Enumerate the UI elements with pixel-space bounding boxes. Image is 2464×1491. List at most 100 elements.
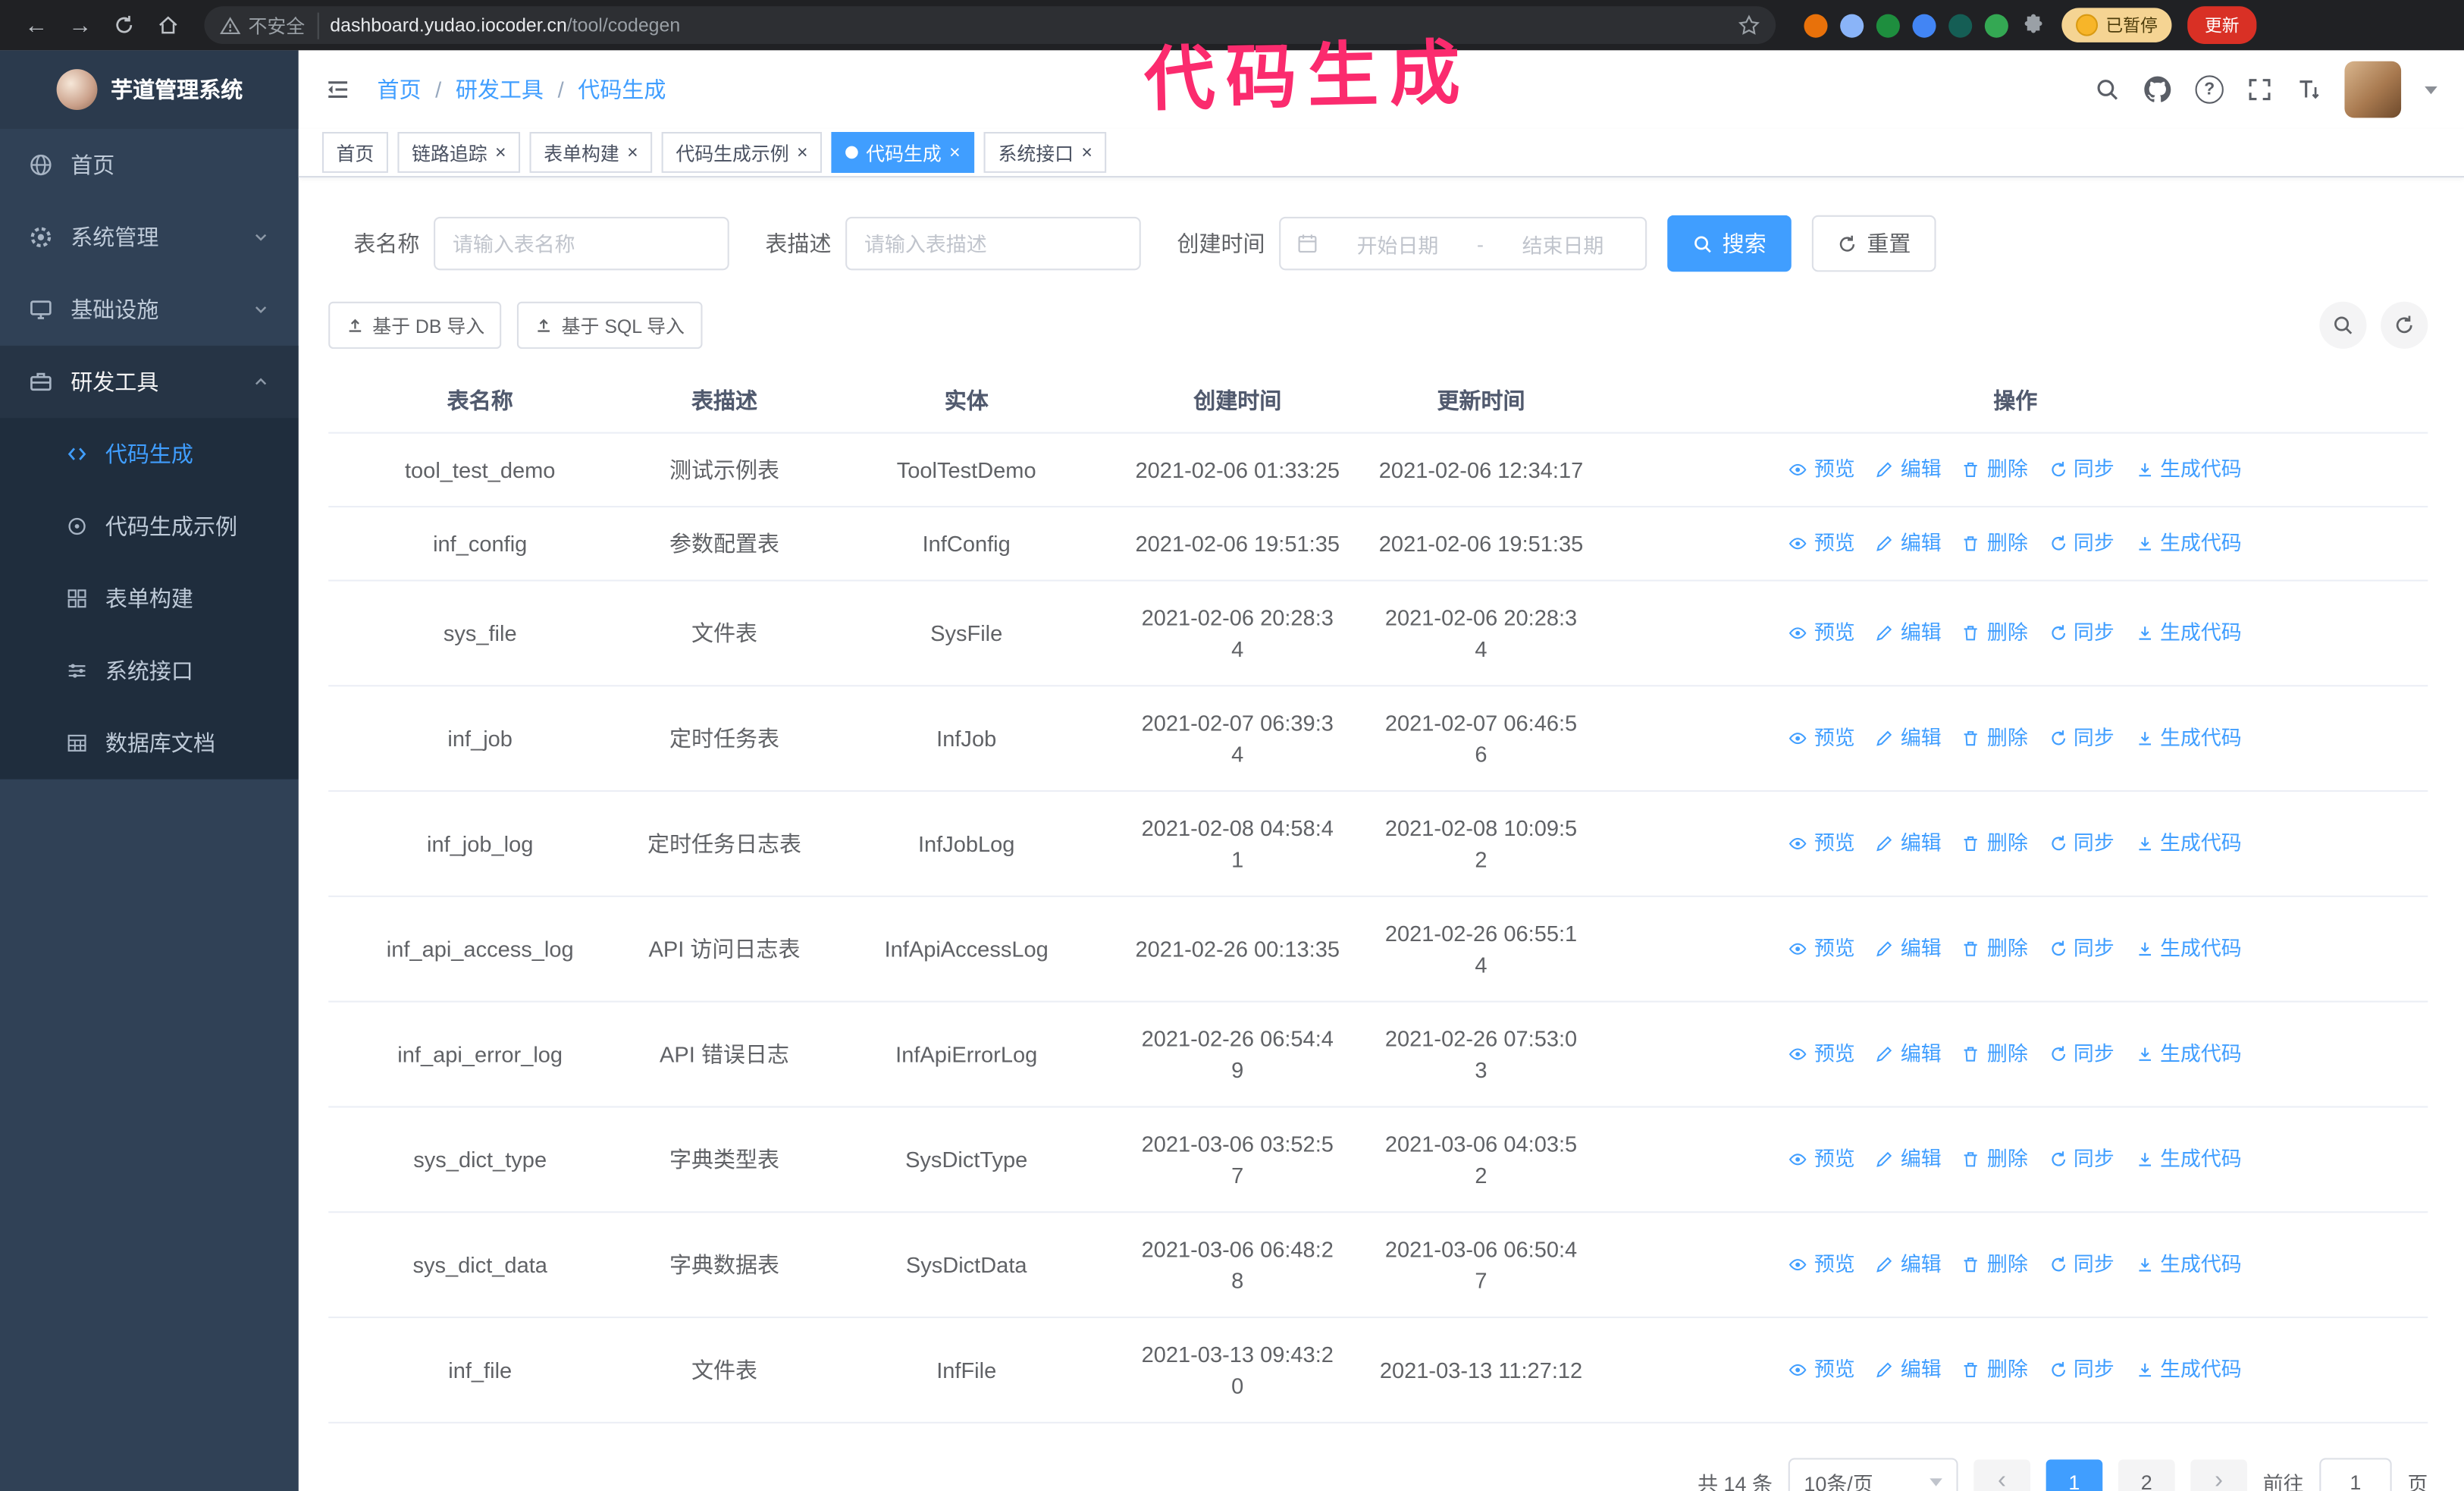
preview-link[interactable]: 预览 (1789, 723, 1855, 754)
avatar-caret-icon[interactable] (2425, 85, 2437, 94)
extension-icon[interactable] (1984, 13, 2008, 37)
sidebar-item-codegen-example[interactable]: 代码生成示例 (0, 490, 299, 562)
sync-link[interactable]: 同步 (2049, 1249, 2114, 1280)
sidebar-item-devtools[interactable]: 研发工具 (0, 345, 299, 419)
delete-link[interactable]: 删除 (1962, 1249, 2028, 1280)
generate-code-link[interactable]: 生成代码 (2135, 617, 2242, 648)
delete-link[interactable]: 删除 (1962, 1144, 2028, 1175)
tab-codegen[interactable]: 代码生成 × (831, 132, 975, 173)
close-icon[interactable]: × (627, 143, 638, 162)
sidebar-item-api[interactable]: 系统接口 (0, 635, 299, 707)
sidebar-item-infra[interactable]: 基础设施 (0, 273, 299, 345)
tab-tracing[interactable]: 链路追踪 × (397, 132, 521, 173)
sync-link[interactable]: 同步 (2049, 1038, 2114, 1069)
sidebar-item-codegen[interactable]: 代码生成 (0, 418, 299, 490)
fullscreen-icon[interactable] (2247, 77, 2272, 102)
generate-code-link[interactable]: 生成代码 (2135, 828, 2242, 859)
close-icon[interactable]: × (949, 143, 961, 162)
extension-icon[interactable] (1804, 13, 1828, 37)
breadcrumb-devtools[interactable]: 研发工具 (456, 74, 544, 105)
edit-link[interactable]: 编辑 (1876, 723, 1942, 754)
generate-code-link[interactable]: 生成代码 (2135, 934, 2242, 965)
edit-link[interactable]: 编辑 (1876, 828, 1942, 859)
preview-link[interactable]: 预览 (1789, 1144, 1855, 1175)
extension-icon[interactable] (1948, 13, 1973, 37)
delete-link[interactable]: 删除 (1962, 828, 2028, 859)
address-bar[interactable]: 不安全 dashboard.yudao.iocoder.cn/tool/code… (204, 6, 1776, 45)
import-db-button[interactable]: 基于 DB 导入 (328, 301, 502, 349)
reset-button[interactable]: 重置 (1811, 215, 1936, 272)
import-sql-button[interactable]: 基于 SQL 导入 (517, 301, 702, 349)
security-warning[interactable]: 不安全 (220, 11, 319, 39)
toggle-search-button[interactable] (2319, 301, 2367, 349)
edit-link[interactable]: 编辑 (1876, 617, 1942, 648)
delete-link[interactable]: 删除 (1962, 528, 2028, 559)
avatar[interactable] (2344, 61, 2402, 118)
delete-link[interactable]: 删除 (1962, 934, 2028, 965)
preview-link[interactable]: 预览 (1789, 454, 1855, 485)
extension-icon[interactable] (1912, 13, 1936, 37)
browser-update-button[interactable]: 更新 (2187, 6, 2257, 45)
extensions-puzzle-icon[interactable] (2020, 13, 2045, 38)
bookmark-star-icon[interactable] (1738, 14, 1760, 36)
preview-link[interactable]: 预览 (1789, 1354, 1855, 1386)
sync-link[interactable]: 同步 (2049, 454, 2114, 485)
page-button-1[interactable]: 1 (2045, 1459, 2103, 1491)
delete-link[interactable]: 删除 (1962, 1038, 2028, 1069)
extension-icon[interactable] (1876, 13, 1900, 37)
preview-link[interactable]: 预览 (1789, 934, 1855, 965)
sync-link[interactable]: 同步 (2049, 934, 2114, 965)
generate-code-link[interactable]: 生成代码 (2135, 1249, 2242, 1280)
edit-link[interactable]: 编辑 (1876, 1038, 1942, 1069)
edit-link[interactable]: 编辑 (1876, 528, 1942, 559)
preview-link[interactable]: 预览 (1789, 528, 1855, 559)
edit-link[interactable]: 编辑 (1876, 454, 1942, 485)
sync-link[interactable]: 同步 (2049, 723, 2114, 754)
sync-link[interactable]: 同步 (2049, 1354, 2114, 1386)
edit-link[interactable]: 编辑 (1876, 934, 1942, 965)
browser-back-button[interactable]: ← (16, 5, 57, 46)
refresh-table-button[interactable] (2381, 301, 2428, 349)
page-button-2[interactable]: 2 (2118, 1459, 2175, 1491)
close-icon[interactable]: × (495, 143, 506, 162)
page-size-select[interactable]: 10条/页 (1788, 1458, 1958, 1491)
delete-link[interactable]: 删除 (1962, 1354, 2028, 1386)
sync-link[interactable]: 同步 (2049, 828, 2114, 859)
tab-form-builder[interactable]: 表单构建 × (529, 132, 653, 173)
delete-link[interactable]: 删除 (1962, 723, 2028, 754)
sidebar-item-system[interactable]: 系统管理 (0, 201, 299, 273)
help-icon[interactable]: ? (2195, 75, 2224, 104)
sync-link[interactable]: 同步 (2049, 617, 2114, 648)
generate-code-link[interactable]: 生成代码 (2135, 1038, 2242, 1069)
prev-page-button[interactable]: ‹ (1973, 1459, 2030, 1491)
table-desc-input[interactable] (845, 216, 1141, 271)
close-icon[interactable]: × (1081, 143, 1092, 162)
generate-code-link[interactable]: 生成代码 (2135, 1354, 2242, 1386)
github-icon[interactable] (2143, 75, 2171, 103)
sidebar-fold-button[interactable] (325, 77, 350, 102)
preview-link[interactable]: 预览 (1789, 1038, 1855, 1069)
generate-code-link[interactable]: 生成代码 (2135, 528, 2242, 559)
tab-home[interactable]: 首页 (321, 132, 388, 173)
search-icon[interactable] (2095, 77, 2120, 102)
delete-link[interactable]: 删除 (1962, 454, 2028, 485)
close-icon[interactable]: × (797, 143, 808, 162)
table-name-input[interactable] (434, 216, 729, 271)
sidebar-item-db-doc[interactable]: 数据库文档 (0, 707, 299, 779)
edit-link[interactable]: 编辑 (1876, 1249, 1942, 1280)
edit-link[interactable]: 编辑 (1876, 1144, 1942, 1175)
next-page-button[interactable]: › (2190, 1459, 2247, 1491)
browser-home-button[interactable] (148, 5, 189, 46)
preview-link[interactable]: 预览 (1789, 828, 1855, 859)
breadcrumb-home[interactable]: 首页 (377, 74, 421, 105)
extension-icon[interactable] (1840, 13, 1864, 37)
generate-code-link[interactable]: 生成代码 (2135, 723, 2242, 754)
paused-badge[interactable]: 已暂停 (2061, 8, 2172, 42)
sync-link[interactable]: 同步 (2049, 528, 2114, 559)
date-range-picker[interactable]: 开始日期 - 结束日期 (1279, 216, 1647, 271)
delete-link[interactable]: 删除 (1962, 617, 2028, 648)
search-button[interactable]: 搜索 (1667, 215, 1792, 272)
sync-link[interactable]: 同步 (2049, 1144, 2114, 1175)
text-size-icon[interactable] (2296, 77, 2321, 102)
browser-reload-button[interactable] (104, 5, 145, 46)
